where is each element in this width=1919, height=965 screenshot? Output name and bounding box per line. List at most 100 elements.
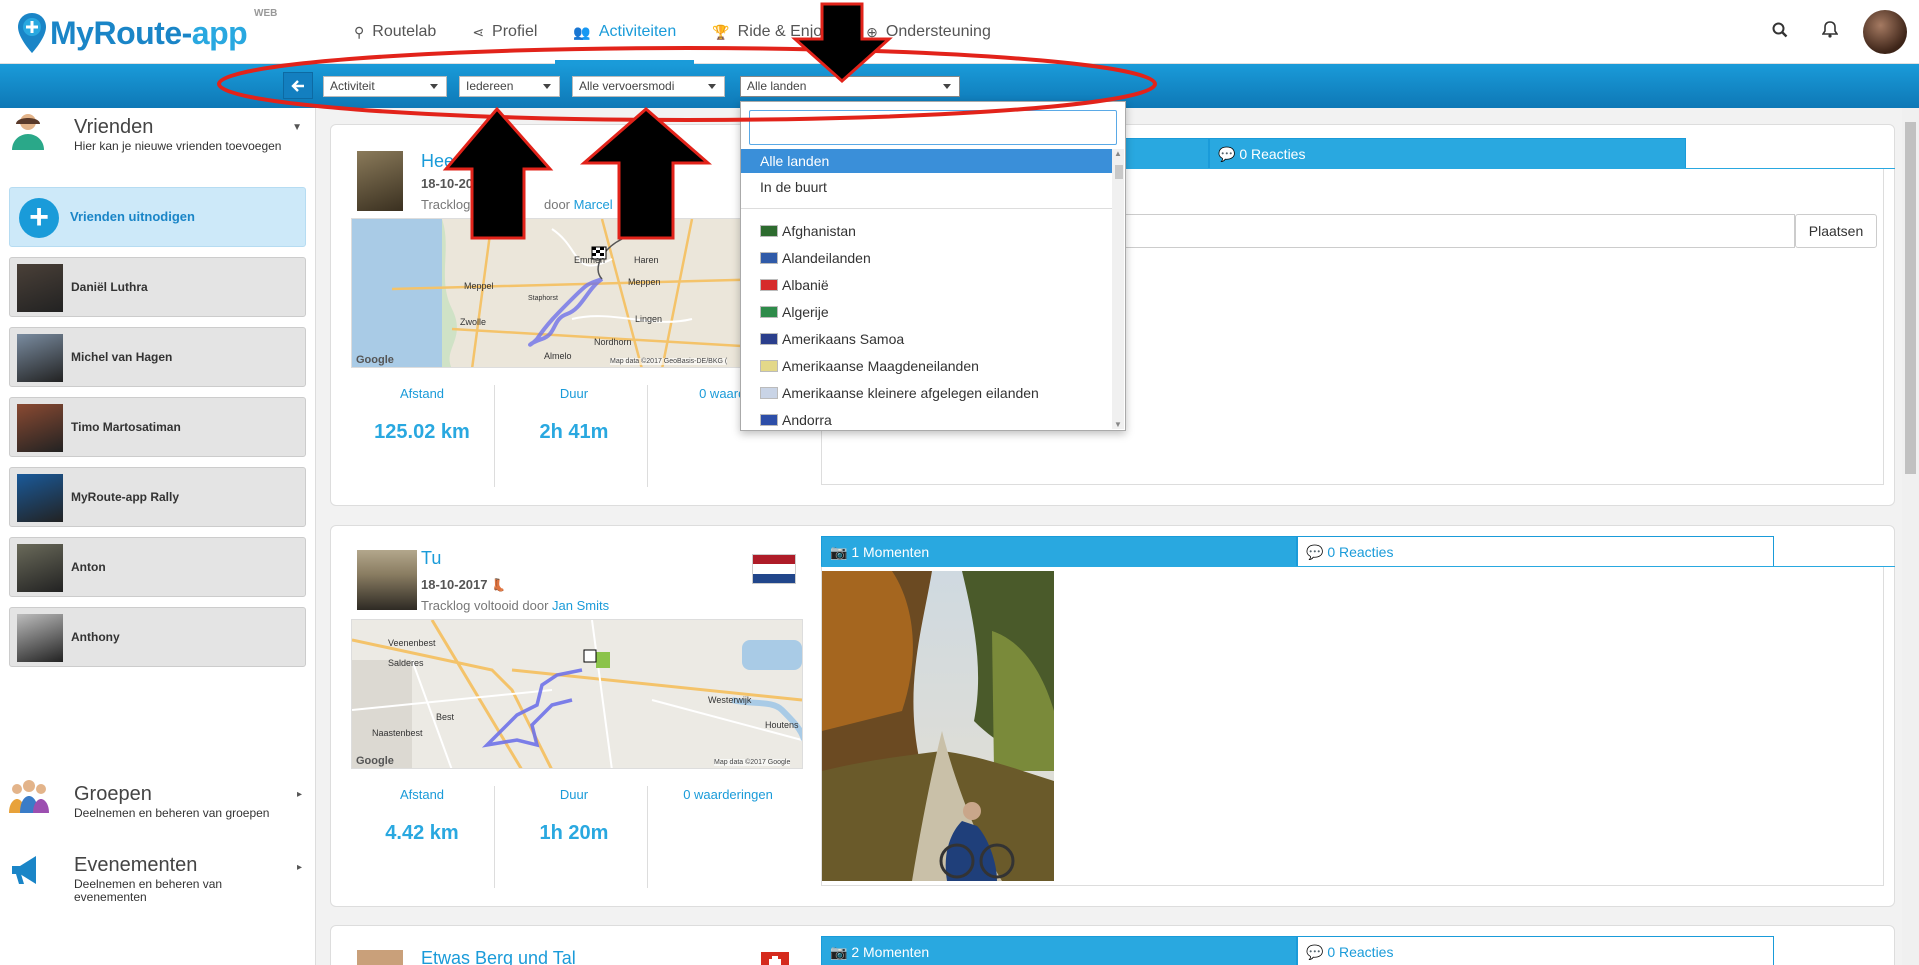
activity-user-avatar[interactable] [357,550,417,610]
rating-label[interactable]: 0 waarderingen [653,787,803,802]
nav-routelab[interactable]: ⚲ Routelab [336,0,454,64]
country-select[interactable]: Alle landen [740,76,960,97]
camera-icon: 📷 [830,544,848,560]
friend-card[interactable]: Timo Martosatiman [9,397,306,457]
nav-ondersteuning[interactable]: ⊕ Ondersteuning [848,0,1009,64]
distance-label: Afstand [399,787,445,802]
activity-user-avatar[interactable] [357,151,403,211]
friend-avatar[interactable] [17,404,63,452]
map-label: Best [436,712,455,722]
scroll-down-icon[interactable]: ▼ [1114,420,1122,429]
friend-name[interactable]: MyRoute-app Rally [71,490,179,504]
friend-name[interactable]: Daniël Luthra [71,280,148,294]
page-scroll-thumb[interactable] [1905,122,1916,474]
post-comment-button[interactable]: Plaatsen [1795,214,1877,248]
tab-reactions[interactable]: 💬 0 Reacties [1297,936,1774,965]
activity-title[interactable]: Etwas Berg und Tal [421,948,576,965]
activity-author-link[interactable]: Jan Smits [552,598,609,613]
friend-card[interactable]: Anthony [9,607,306,667]
rating-stat[interactable]: 0 waarderingen [653,787,803,881]
country-option[interactable]: Albanië [741,271,1113,298]
route-map[interactable]: Zwolle Meppel Emmen Haren Meppen Lingen … [351,218,803,368]
country-option[interactable]: Afghanistan [741,217,1113,244]
activity-title[interactable]: Heer [421,151,460,172]
friend-person-icon [8,112,52,152]
events-section-header[interactable]: Evenementen Deelnemen en beheren van eve… [0,848,316,918]
friend-name[interactable]: Anthony [71,630,120,644]
country-option-label: Amerikaanse Maagdeneilanden [782,357,979,374]
tab-reactions[interactable]: 💬 0 Reacties [1209,138,1686,169]
route-map[interactable]: Veenenbest Salderes Best Naastenbest Wes… [351,619,803,769]
country-option[interactable]: Amerikaanse kleinere afgelegen eilanden [741,379,1113,406]
activity-user-avatar[interactable] [357,950,403,965]
friend-avatar[interactable] [17,544,63,592]
tab-reactions[interactable]: 💬 0 Reacties [1297,536,1774,567]
search-icon[interactable] [1755,22,1805,43]
country-option-label: Amerikaans Samoa [782,330,905,347]
back-arrow-button[interactable] [283,72,313,99]
invite-friends-button[interactable]: + Vrienden uitnodigen [9,187,306,247]
country-option[interactable]: Algerije [741,298,1113,325]
friends-section-header[interactable]: Vrienden Hier kan je nieuwe vrienden toe… [0,108,316,168]
country-option[interactable]: Andorra [741,406,1113,430]
who-select[interactable]: Iedereen [459,76,560,97]
country-select-value: Alle landen [747,79,807,93]
scroll-up-icon[interactable]: ▲ [1114,149,1122,158]
friend-name[interactable]: Anton [71,560,106,574]
nav-ride-enjoy[interactable]: 🏆 Ride & Enjoy [694,0,848,64]
country-option[interactable]: Alandeilanden [741,244,1113,271]
country-option[interactable]: Amerikaans Samoa [741,325,1113,352]
map-label: Meppen [628,277,661,287]
option-alle-landen[interactable]: Alle landen [741,149,1113,173]
map-label: Houtens [765,720,799,730]
activity-subtitle: Tracklog door Marcel [421,197,613,212]
activity-author-link[interactable]: Marcel [574,197,613,212]
caret-down-icon[interactable]: ▼ [292,122,302,133]
friend-card[interactable]: Daniël Luthra [9,257,306,317]
nav-profiel[interactable]: ⋖ Profiel [454,0,555,64]
activity-select-value: Activiteit [330,79,375,93]
top-right-actions [1755,0,1919,64]
nav-activiteiten[interactable]: 👥 Activiteiten [555,0,695,64]
friend-name[interactable]: Timo Martosatiman [71,420,181,434]
duration-label: Duur [559,787,589,802]
country-option[interactable]: Amerikaanse Maagdeneilanden [741,352,1113,379]
country-dropdown: Alle landen In de buurt Afghanistan Aland… [740,101,1126,431]
friend-avatar[interactable] [17,614,63,662]
brand-logo[interactable]: MyRoute-app [16,8,248,58]
tab-reactions-label: 0 Reacties [1239,146,1306,162]
caret-right-icon[interactable]: ▸ [297,789,302,800]
activity-select[interactable]: Activiteit [323,76,447,97]
hiking-boot-icon: 👢 [491,578,507,592]
friend-card[interactable]: MyRoute-app Rally [9,467,306,527]
map-attribution: Map data ©2017 GeoBasis-DE/BKG ( [610,358,728,365]
country-search-input[interactable] [749,110,1117,145]
stat-divider [494,385,495,487]
friend-card[interactable]: Anton [9,537,306,597]
map-pin-logo-icon [16,12,48,54]
groups-section-header[interactable]: Groepen Deelnemen en beheren van groepen… [0,775,316,835]
tab-moments[interactable]: 📷 2 Momenten [821,936,1297,965]
tab-moments[interactable]: 📷 1 Momenten [821,536,1297,567]
comment-icon: 💬 [1306,544,1324,560]
friend-card[interactable]: Michel van Hagen [9,327,306,387]
friend-name[interactable]: Michel van Hagen [71,350,172,364]
friend-avatar[interactable] [17,334,63,382]
transport-select[interactable]: Alle vervoersmodi [572,76,725,97]
activity-title[interactable]: Tu [421,548,441,569]
option-in-de-buurt[interactable]: In de buurt [741,173,1113,200]
friend-avatar[interactable] [17,474,63,522]
dropdown-scrollbar[interactable]: ▲ ▼ [1112,149,1124,429]
country-flag-icon [760,251,778,264]
friend-avatar[interactable] [17,264,63,312]
caret-right-icon[interactable]: ▸ [297,862,302,873]
bell-icon[interactable] [1805,21,1855,43]
friends-subtitle: Hier kan je nieuwe vrienden toevoegen [74,139,282,153]
arrow-left-icon [291,80,304,92]
chevron-down-icon [943,84,951,89]
moment-photo[interactable] [822,571,1054,881]
country-option-label: Amerikaanse kleinere afgelegen eilanden [782,384,1039,401]
card-tabs: 📷 2 Momenten 💬 0 Reacties [821,936,1774,965]
user-avatar[interactable] [1863,10,1907,54]
dropdown-scroll-thumb[interactable] [1115,165,1123,179]
